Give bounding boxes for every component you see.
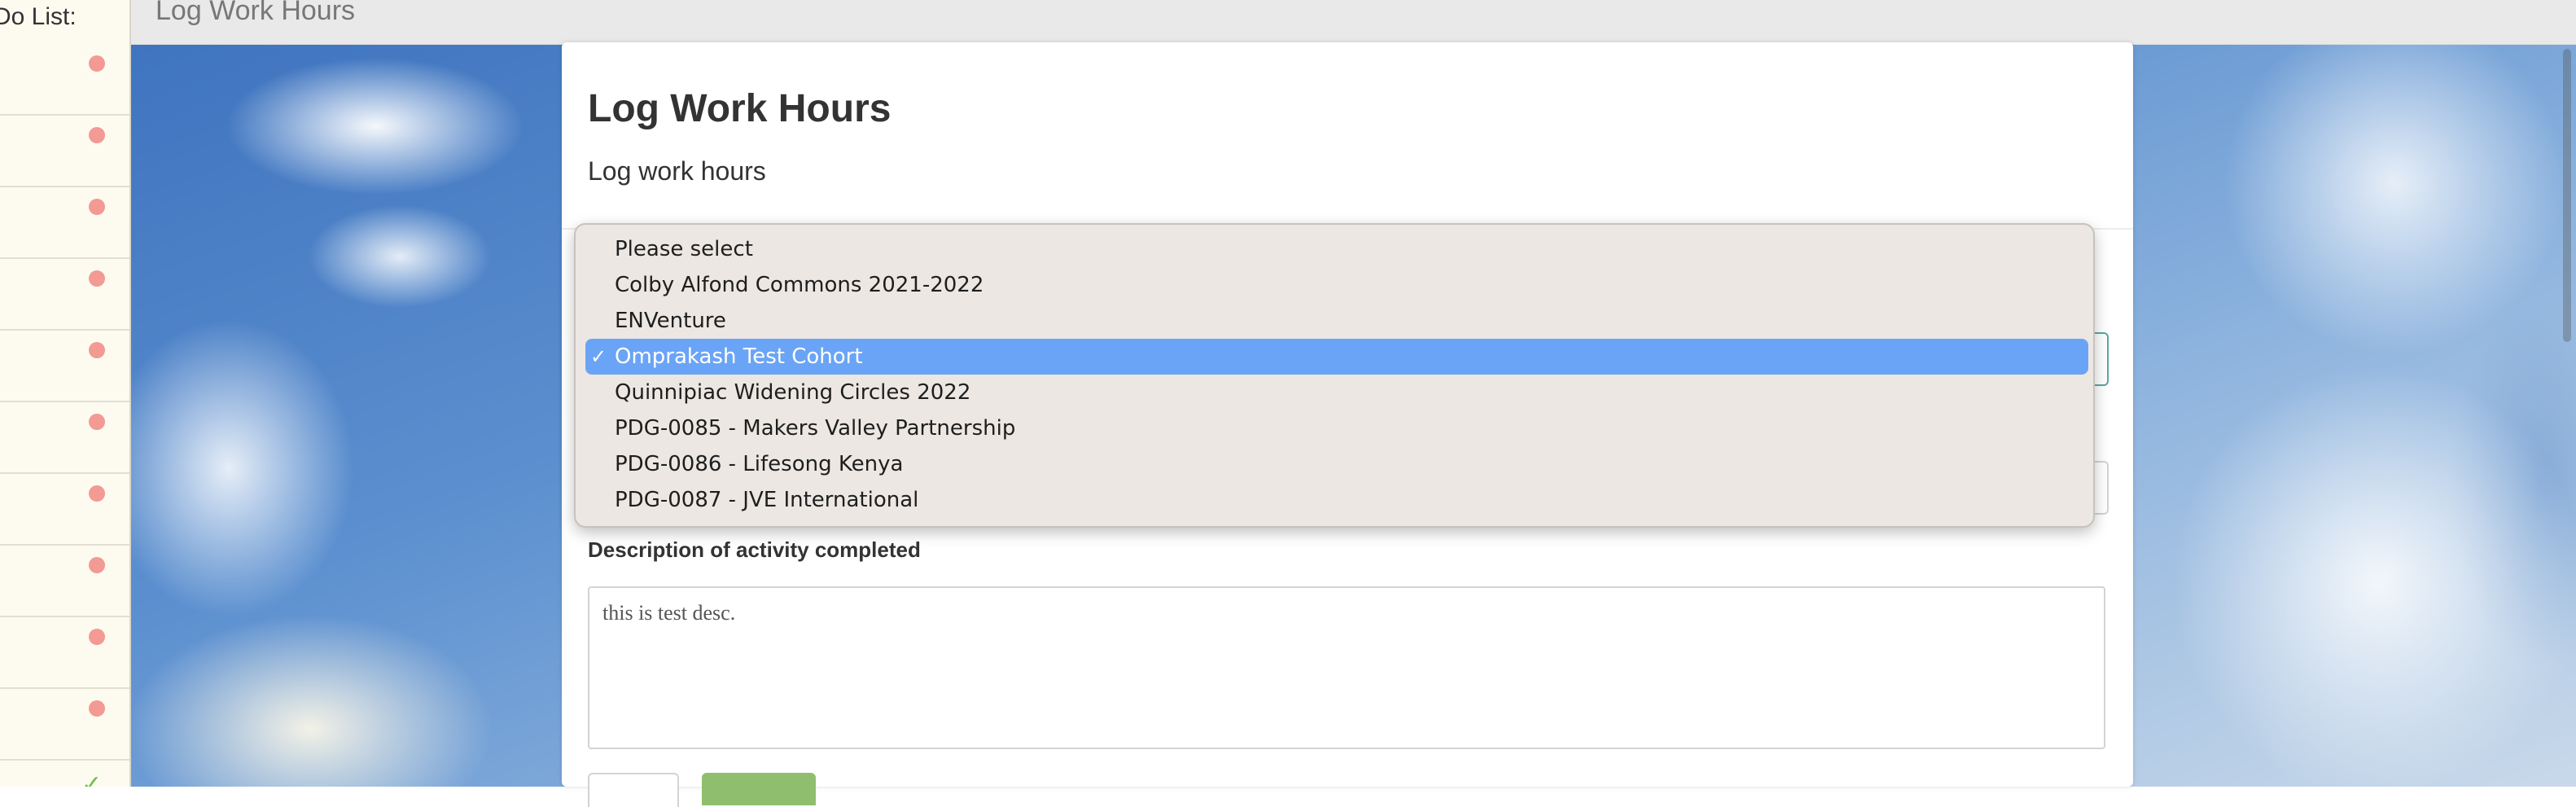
todo-item[interactable] xyxy=(0,616,129,689)
dropdown-option-label: Quinnipiac Widening Circles 2022 xyxy=(615,380,971,405)
todo-item[interactable] xyxy=(0,401,129,474)
cancel-button[interactable] xyxy=(588,773,679,807)
dropdown-option[interactable]: Please select xyxy=(585,231,2088,267)
todo-status-dot-icon xyxy=(89,700,105,717)
dropdown-option[interactable]: PDG-0086 - Lifesong Kenya xyxy=(585,446,2088,482)
dropdown-option[interactable]: Quinnipiac Widening Circles 2022 xyxy=(585,375,2088,410)
todo-status-dot-icon xyxy=(89,414,105,430)
todo-status-dot-icon xyxy=(89,199,105,215)
submit-button[interactable] xyxy=(702,773,816,805)
todo-status-dot-icon xyxy=(89,629,105,645)
dropdown-option[interactable]: PDG-0085 - Makers Valley Partnership xyxy=(585,410,2088,446)
todo-status-dot-icon xyxy=(89,485,105,502)
page-scrollbar[interactable] xyxy=(2563,49,2571,342)
dropdown-option-selected[interactable]: ✓ Omprakash Test Cohort xyxy=(585,339,2088,375)
dropdown-option-label: ENVenture xyxy=(615,309,726,333)
todo-status-dot-icon xyxy=(89,557,105,573)
todo-item[interactable] xyxy=(0,114,129,187)
todo-sidebar: Do List: ✓ xyxy=(0,0,131,787)
todo-status-dot-icon xyxy=(89,342,105,358)
dropdown-option-label: PDG-0087 - JVE International xyxy=(615,488,919,512)
todo-item[interactable] xyxy=(0,257,129,331)
todo-item[interactable] xyxy=(0,186,129,259)
card-title: Log Work Hours xyxy=(588,87,892,130)
page-title: Log Work Hours xyxy=(156,0,356,26)
todo-item[interactable] xyxy=(0,42,129,116)
todo-item[interactable] xyxy=(0,329,129,402)
todo-status-dot-icon xyxy=(89,127,105,143)
todo-item[interactable] xyxy=(0,544,129,617)
todo-item[interactable] xyxy=(0,472,129,546)
todo-list-title: Do List: xyxy=(0,3,77,30)
dropdown-option-label: PDG-0085 - Makers Valley Partnership xyxy=(615,416,1016,441)
dropdown-option[interactable]: PDG-0087 - JVE International xyxy=(585,482,2088,518)
todo-status-dot-icon xyxy=(89,55,105,72)
dropdown-option-label: Colby Alfond Commons 2021-2022 xyxy=(615,273,984,297)
dropdown-option[interactable]: ENVenture xyxy=(585,303,2088,339)
checkmark-icon: ✓ xyxy=(590,345,607,368)
card-subtitle: Log work hours xyxy=(588,156,766,186)
top-bar: Log Work Hours xyxy=(131,0,2576,45)
dropdown-option-label: Omprakash Test Cohort xyxy=(615,344,863,369)
todo-done-check-icon: ✓ xyxy=(81,770,103,787)
todo-status-dot-icon xyxy=(89,270,105,287)
project-dropdown-list[interactable]: Please select Colby Alfond Commons 2021-… xyxy=(574,223,2095,528)
description-textarea[interactable]: this is test desc. xyxy=(588,586,2105,749)
description-label: Description of activity completed xyxy=(588,537,921,562)
dropdown-option-label: PDG-0086 - Lifesong Kenya xyxy=(615,452,904,476)
dropdown-option-label: Please select xyxy=(615,237,753,261)
dropdown-option[interactable]: Colby Alfond Commons 2021-2022 xyxy=(585,267,2088,303)
todo-item[interactable] xyxy=(0,687,129,761)
